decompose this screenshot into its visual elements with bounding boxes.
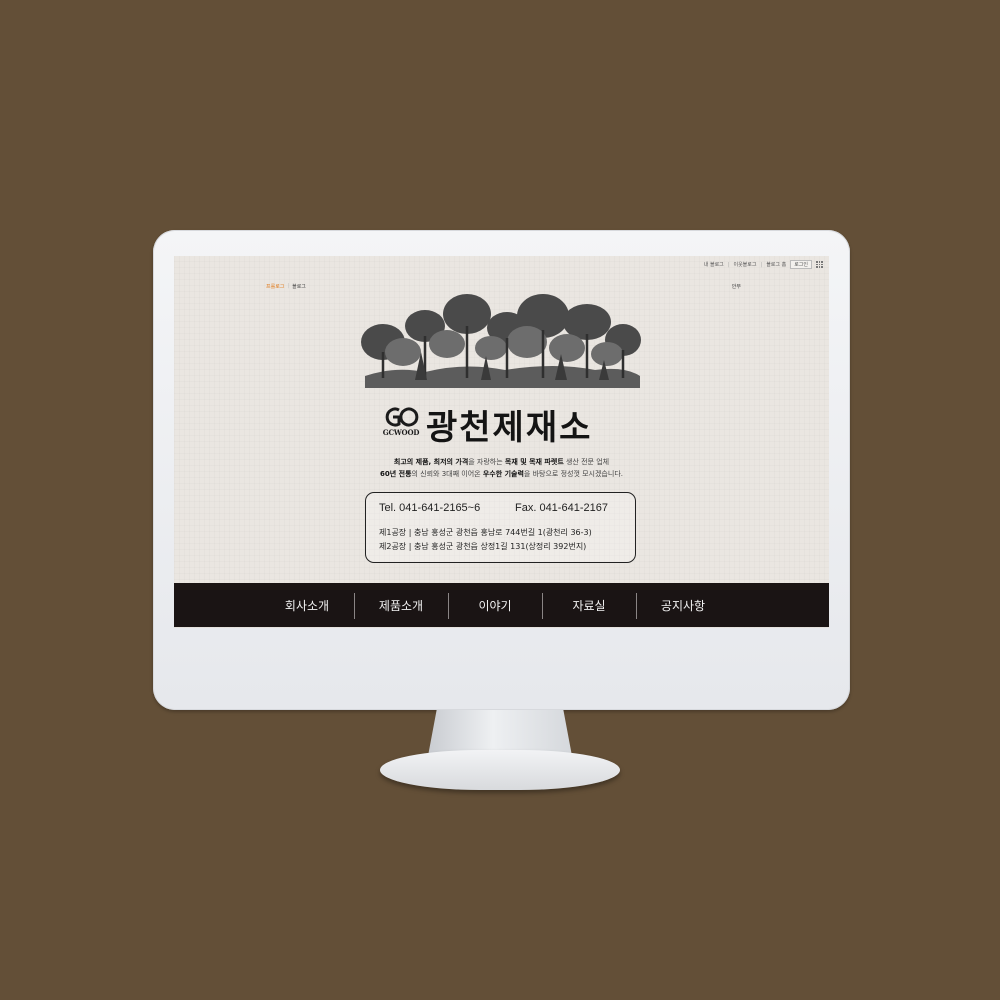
- divider: |: [287, 283, 290, 289]
- nav-notices[interactable]: 공지사항: [636, 583, 730, 627]
- neighbor-blog-link[interactable]: 이웃블로그: [733, 261, 756, 268]
- nav-stories[interactable]: 이야기: [448, 583, 542, 627]
- nav-resources[interactable]: 자료실: [542, 583, 636, 627]
- logo-brand-text: GCWOOD: [382, 428, 420, 437]
- factory-2-address: 제2공장 | 충남 홍성군 광천읍 상정1길 131(상정리 392번지): [379, 542, 587, 551]
- blog-tabs: 프롤로그 | 블로그: [266, 283, 306, 290]
- monitor-stand-base: [380, 750, 620, 790]
- divider: |: [727, 261, 730, 268]
- main-navigation: 회사소개 제품소개 이야기 자료실 공지사항: [174, 583, 829, 627]
- phone-number: Tel. 041-641-2165~6: [379, 502, 481, 514]
- tab-prologue[interactable]: 프롤로그: [266, 283, 284, 290]
- logo-emblem-icon: [385, 407, 419, 427]
- guestbook-link[interactable]: 안부: [732, 283, 741, 290]
- tagline-line-1: 최고의 제품, 최저의 가격을 자랑하는 목재 및 목재 파렛트 생산 전문 업…: [393, 458, 610, 466]
- login-button[interactable]: 로그인: [790, 260, 812, 269]
- top-utility-bar: 내 블로그 | 이웃블로그 | 블로그 홈 로그인: [704, 260, 823, 269]
- gcwood-logo: GCWOOD: [379, 406, 423, 442]
- app-grid-icon[interactable]: [816, 261, 823, 268]
- fax-number: Fax. 041-641-2167: [515, 502, 608, 514]
- my-blog-link[interactable]: 내 블로그: [704, 261, 724, 268]
- nav-products[interactable]: 제품소개: [354, 583, 448, 627]
- tagline-line-2: 60년 전통의 신뢰와 3대째 이어온 우수한 기술력을 바탕으로 정성껏 모시…: [380, 470, 623, 478]
- blog-home-link[interactable]: 블로그 홈: [766, 261, 786, 268]
- tab-blog[interactable]: 블로그: [292, 283, 306, 290]
- forest-illustration: [361, 294, 641, 388]
- factory-1-address: 제1공장 | 충남 홍성군 광천읍 홍남로 744번길 1(광천리 36-3): [379, 528, 592, 537]
- nav-company-intro[interactable]: 회사소개: [260, 583, 354, 627]
- company-name: 광천제재소: [426, 408, 593, 448]
- contact-box: Tel. 041-641-2165~6 Fax. 041-641-2167 제1…: [365, 492, 636, 563]
- divider: |: [760, 261, 763, 268]
- blog-screen: 내 블로그 | 이웃블로그 | 블로그 홈 로그인 프롤로그 | 블로그 안부: [174, 256, 829, 628]
